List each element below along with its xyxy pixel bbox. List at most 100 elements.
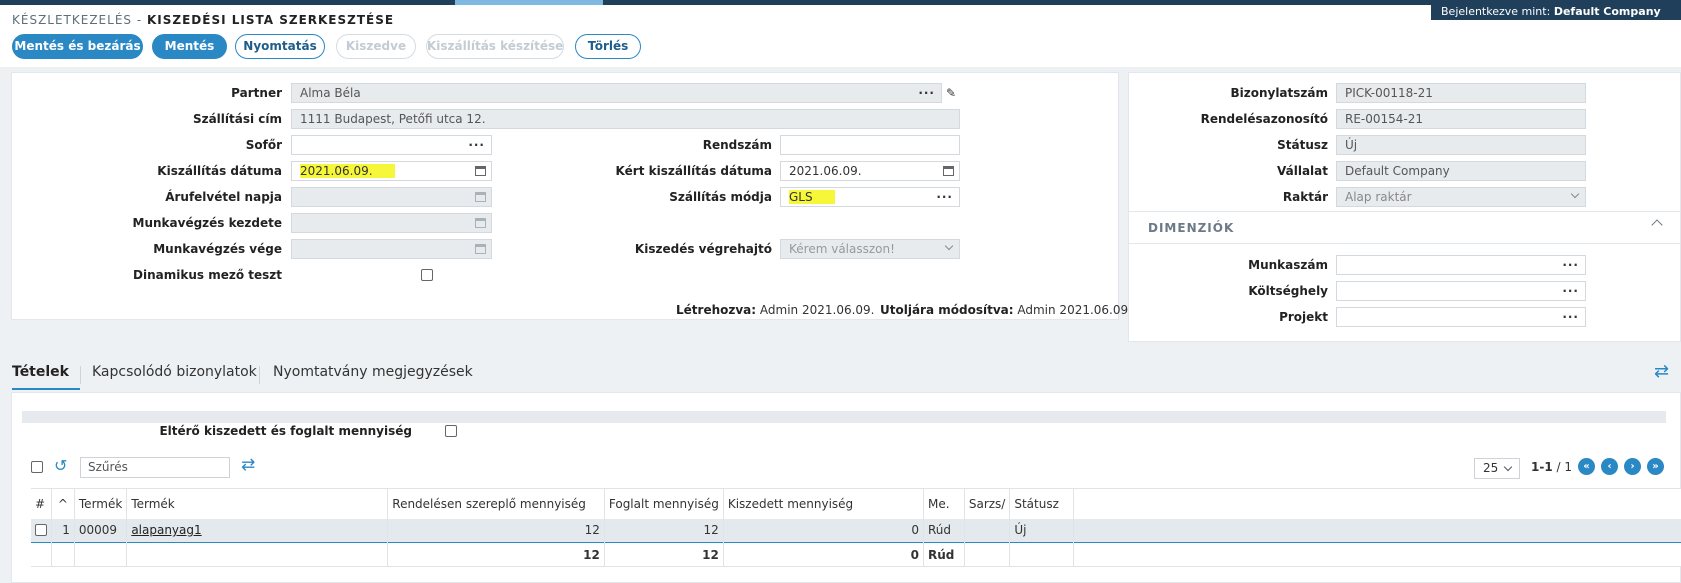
column-header[interactable]: Me. (923, 488, 965, 519)
work-end-field[interactable] (291, 239, 492, 259)
delete-button[interactable]: Törlés (575, 34, 641, 59)
calendar-icon[interactable] (943, 166, 954, 176)
last-page-icon[interactable]: » (1647, 458, 1664, 475)
plate-field[interactable] (780, 135, 960, 155)
requested-date-value: 2021.06.09. (789, 164, 862, 178)
picked-button[interactable]: Kiszedve (336, 34, 416, 59)
page-title: KÉSZLETKEZELÉS - KISZEDÉSI LISTA SZERKES… (12, 13, 394, 27)
warehouse-select[interactable]: Alap raktár (1336, 187, 1586, 207)
column-header[interactable]: Rendelésen szereplő mennyiség (387, 488, 605, 519)
total-reserved: 12 (604, 542, 724, 567)
save-button[interactable]: Mentés (152, 34, 227, 59)
column-header[interactable]: Kiszedett mennyiség (723, 488, 925, 519)
save-close-button[interactable]: Mentés és bezárás (12, 34, 143, 59)
column-header[interactable]: Státusz (1009, 488, 1075, 519)
driver-label: Sofőr (245, 138, 282, 152)
lookup-dots-icon[interactable]: ... (1562, 282, 1579, 297)
calendar-icon[interactable] (475, 218, 486, 228)
pagination-info: 1-1 / 1 (1531, 460, 1572, 474)
partner-label: Partner (231, 86, 282, 100)
login-prefix: Bejelentkezve mint: (1441, 5, 1551, 18)
lookup-dots-icon[interactable]: ... (918, 84, 935, 99)
select-all-checkbox[interactable] (31, 461, 43, 473)
column-header[interactable]: # (31, 488, 52, 519)
lookup-dots-icon[interactable]: ... (1562, 308, 1579, 323)
address-label: Szállítási cím (192, 112, 282, 126)
picked-qty[interactable]: 0 (723, 518, 925, 543)
plate-label: Rendszám (702, 138, 772, 152)
chevron-down-icon (1503, 462, 1513, 472)
delivery-date-field[interactable]: 2021.06.09. (291, 161, 492, 181)
requested-date-field[interactable]: 2021.06.09. (780, 161, 960, 181)
total-ordered: 12 (387, 542, 605, 567)
picker-placeholder: Kérem válasszon! (789, 242, 895, 256)
picker-select[interactable]: Kérem válasszon! (780, 239, 960, 259)
dynamic-field-checkbox[interactable] (421, 269, 433, 281)
dynamic-field-label: Dinamikus mező teszt (133, 268, 282, 282)
chevron-down-icon (1570, 189, 1580, 199)
tab-related-documents[interactable]: Kapcsolódó bizonylatok (92, 364, 257, 380)
table-header-row: # ^ Termék Termék Rendelésen szereplő me… (31, 488, 1681, 519)
project-label: Projekt (1279, 310, 1328, 324)
tab-separator (80, 366, 81, 384)
address-field[interactable]: 1111 Budapest, Petőfi utca 12. (291, 109, 960, 129)
page-current: 1-1 (1531, 460, 1553, 474)
partner-field[interactable]: Alma Béla ... (291, 83, 942, 103)
tab-print-notes[interactable]: Nyomtatvány megjegyzések (273, 364, 473, 380)
column-header[interactable]: Foglalt mennyiség (604, 488, 724, 519)
total-picked: 0 (723, 542, 925, 567)
table-row[interactable]: 1 00009 alapanyag1 12 12 0 Rúd Új (31, 518, 1681, 543)
company-label: Vállalat (1277, 164, 1328, 178)
lookup-dots-icon[interactable]: ... (936, 188, 953, 203)
lookup-dots-icon[interactable]: ... (468, 136, 485, 151)
total-unit: Rúd (923, 542, 965, 567)
status-field: Új (1336, 135, 1586, 155)
shipping-method-field[interactable]: GLS ... (780, 187, 960, 207)
work-end-label: Munkavégzés vége (153, 242, 282, 256)
pickup-day-field[interactable] (291, 187, 492, 207)
prev-page-icon[interactable]: ‹ (1601, 458, 1618, 475)
driver-field[interactable]: ... (291, 135, 492, 155)
partner-value: Alma Béla (300, 86, 361, 100)
diff-quantity-checkbox[interactable] (445, 425, 457, 437)
create-shipment-button[interactable]: Kiszállítás készítése (426, 34, 564, 59)
row-filler (1073, 518, 1681, 543)
product-link[interactable]: alapanyag1 (131, 523, 201, 537)
doc-number-field: PICK-00118-21 (1336, 83, 1586, 103)
row-number: 1 (51, 518, 75, 543)
lot (964, 518, 1011, 543)
sort-icon[interactable]: ^ (51, 488, 75, 519)
column-header[interactable]: Termék (74, 488, 128, 519)
module-name: KÉSZLETKEZELÉS - (12, 13, 143, 27)
swap-arrows-icon[interactable]: ⇄ (241, 455, 255, 475)
swap-arrows-icon[interactable]: ⇄ (1654, 361, 1669, 382)
page-size-select[interactable]: 25 (1474, 458, 1520, 479)
edit-icon[interactable]: ✎ (946, 86, 956, 100)
warehouse-value: Alap raktár (1345, 190, 1412, 204)
column-header-filler (1073, 488, 1681, 519)
worknumber-field[interactable]: ... (1336, 255, 1586, 275)
column-header[interactable]: Sarzs/ (964, 488, 1011, 519)
column-header[interactable]: Termék (126, 488, 389, 519)
costcenter-field[interactable]: ... (1336, 281, 1586, 301)
row-checkbox-cell[interactable] (31, 518, 52, 543)
tab-items[interactable]: Tételek (12, 364, 69, 380)
costcenter-label: Költséghely (1248, 284, 1328, 298)
first-page-icon[interactable]: « (1578, 458, 1595, 475)
shipping-method-label: Szállítás módja (669, 190, 772, 204)
totals-row: 12 12 0 Rúd (31, 542, 1681, 567)
print-button[interactable]: Nyomtatás (235, 34, 325, 59)
reset-filter-icon[interactable]: ↺ (54, 456, 67, 475)
reserved-qty: 12 (604, 518, 724, 543)
calendar-icon[interactable] (475, 244, 486, 254)
filter-input[interactable]: Szűrés (80, 457, 230, 478)
next-page-icon[interactable]: › (1624, 458, 1641, 475)
calendar-icon[interactable] (475, 166, 486, 176)
work-start-field[interactable] (291, 213, 492, 233)
lookup-dots-icon[interactable]: ... (1562, 256, 1579, 271)
project-field[interactable]: ... (1336, 307, 1586, 327)
calendar-icon[interactable] (475, 192, 486, 202)
row-checkbox[interactable] (35, 524, 47, 537)
ordered-qty: 12 (387, 518, 605, 543)
work-start-label: Munkavégzés kezdete (132, 216, 282, 230)
